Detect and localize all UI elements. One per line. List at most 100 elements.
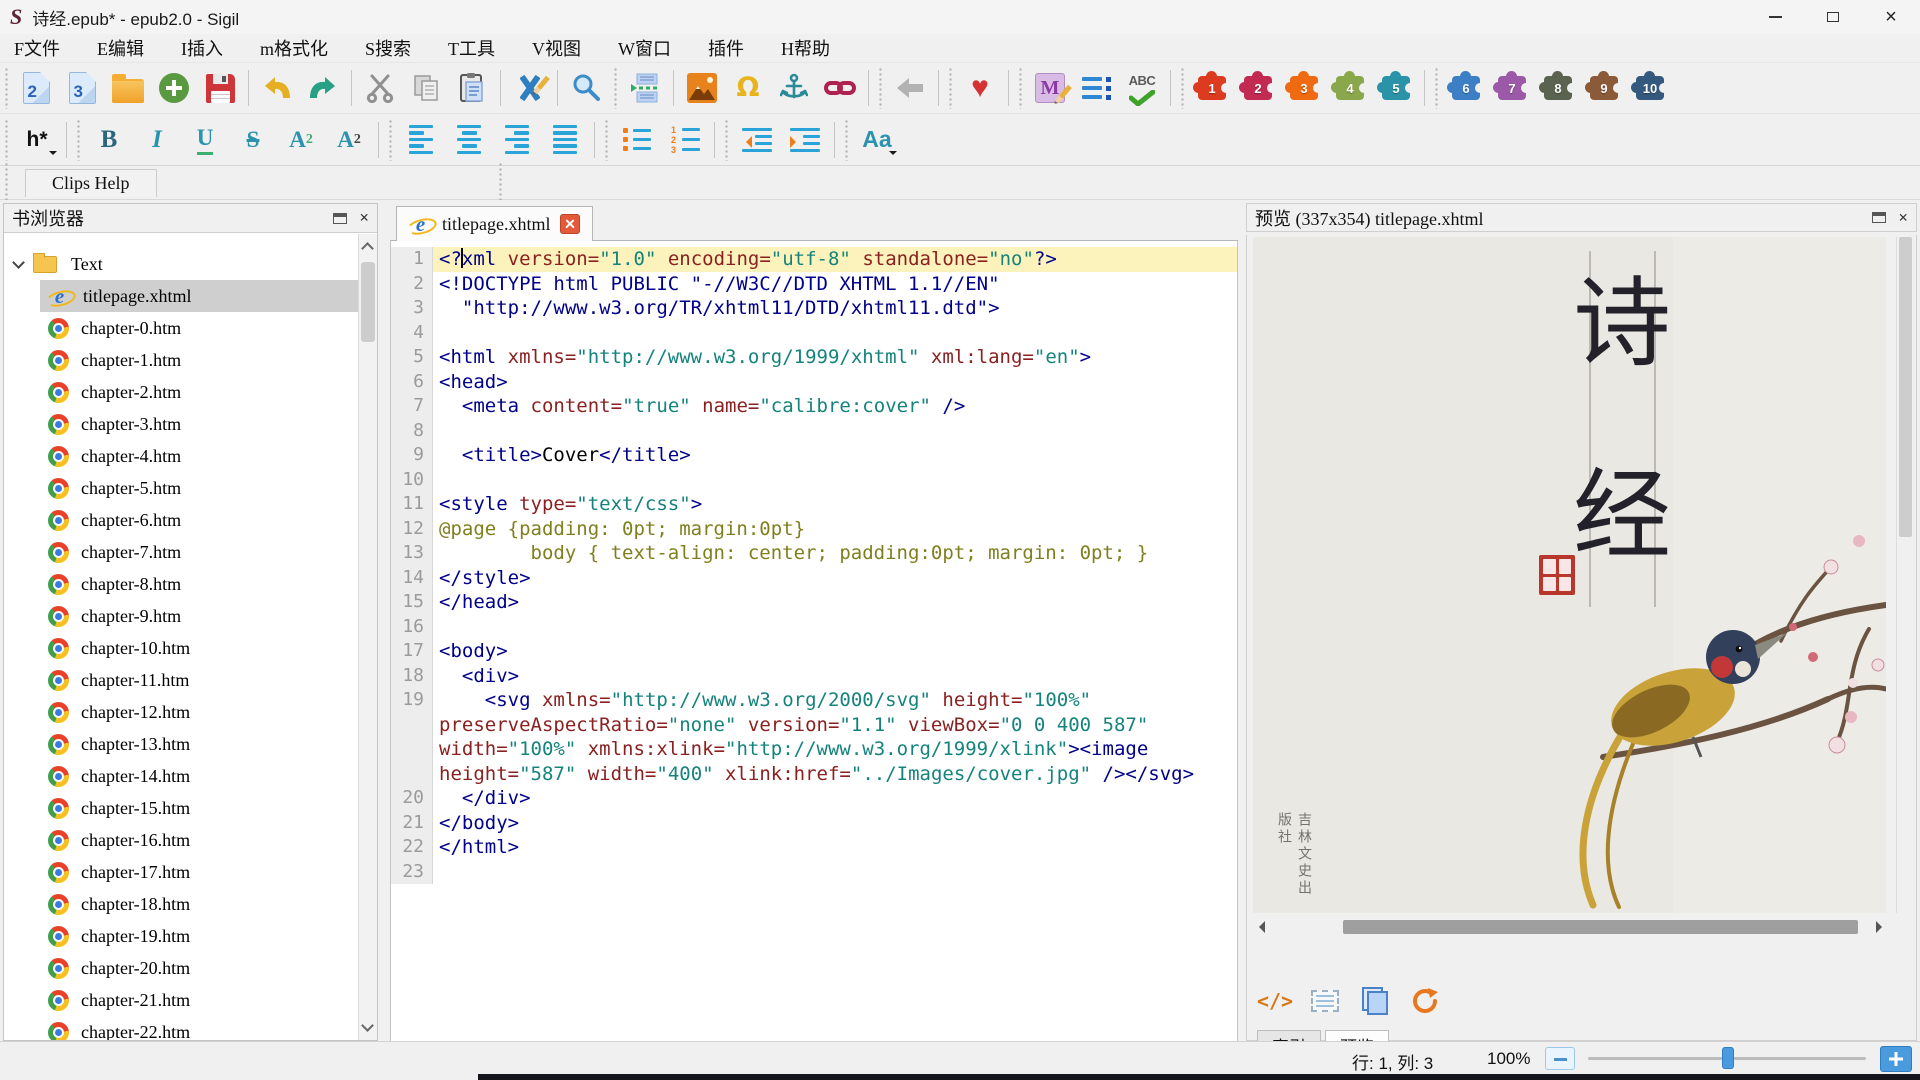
toolbar-drag-handle[interactable] [1017, 67, 1024, 109]
close-button[interactable]: × [1862, 0, 1920, 34]
code-line[interactable]: 7 <meta content="true" name="calibre:cov… [391, 394, 1237, 419]
menu-item[interactable]: H帮助 [781, 35, 830, 61]
file-row[interactable]: chapter-9.htm [4, 600, 358, 632]
superscript-button[interactable]: A2 [325, 117, 373, 163]
code-line[interactable]: 10 [391, 468, 1237, 493]
insert-anchor-button[interactable] [771, 65, 817, 111]
scroll-down-icon[interactable] [361, 1019, 374, 1032]
code-line[interactable]: 14</style> [391, 566, 1237, 591]
menu-item[interactable]: 插件 [708, 35, 744, 61]
inspect-code-button[interactable]: </> [1257, 983, 1293, 1019]
toolbar-drag-handle[interactable] [3, 119, 10, 161]
code-line[interactable]: 1<?xml version="1.0" encoding="utf-8" st… [391, 247, 1237, 272]
code-line[interactable]: preserveAspectRatio="none" version="1.1"… [391, 713, 1237, 738]
scroll-up-icon[interactable] [361, 242, 374, 255]
mend-button[interactable] [506, 65, 552, 111]
toolbar-drag-handle[interactable] [3, 67, 10, 109]
scroll-left-icon[interactable] [1253, 921, 1265, 933]
zoom-slider-handle[interactable] [1722, 1047, 1734, 1069]
code-line[interactable]: 20 </div> [391, 786, 1237, 811]
copy-selection-button[interactable] [1357, 983, 1393, 1019]
maximize-button[interactable] [1804, 0, 1862, 34]
new-epub2-button[interactable]: 2 [13, 65, 59, 111]
spellcheck-button[interactable]: ABC [1119, 65, 1165, 111]
plugin-6-button[interactable]: 6 [1452, 76, 1480, 100]
copy-button[interactable] [403, 65, 449, 111]
zoom-in-button[interactable] [1880, 1046, 1912, 1072]
toolbar-drag-handle[interactable] [877, 67, 884, 109]
special-characters-button[interactable]: Ω [725, 65, 771, 111]
tab-close-icon[interactable] [560, 214, 580, 234]
undo-button[interactable] [254, 65, 300, 111]
file-row[interactable]: chapter-8.htm [4, 568, 358, 600]
code-line[interactable]: 23 [391, 860, 1237, 885]
align-left-button[interactable] [397, 117, 445, 163]
plugin-8-button[interactable]: 8 [1544, 76, 1572, 100]
italic-button[interactable]: I [133, 117, 181, 163]
file-row[interactable]: chapter-21.htm [4, 984, 358, 1016]
float-panel-icon[interactable] [1872, 212, 1886, 223]
editor-tab[interactable]: e titlepage.xhtml [396, 206, 593, 241]
cut-button[interactable] [357, 65, 403, 111]
code-line[interactable]: 11<style type="text/css"> [391, 492, 1237, 517]
file-row[interactable]: etitlepage.xhtml [4, 280, 358, 312]
menu-item[interactable]: E编辑 [97, 35, 144, 61]
code-line[interactable]: 2<!DOCTYPE html PUBLIC "-//W3C//DTD XHTM… [391, 272, 1237, 297]
file-row[interactable]: chapter-1.htm [4, 344, 358, 376]
menu-item[interactable]: I插入 [181, 35, 223, 61]
scrollbar-thumb[interactable] [1343, 920, 1858, 934]
toolbar-drag-handle[interactable] [612, 67, 619, 109]
numbered-list-button[interactable]: 123 [661, 117, 709, 163]
float-panel-icon[interactable] [333, 213, 347, 224]
code-line[interactable]: 3 "http://www.w3.org/TR/xhtml11/DTD/xhtm… [391, 296, 1237, 321]
code-line[interactable]: 6<head> [391, 370, 1237, 395]
zoom-out-button[interactable] [1545, 1047, 1575, 1070]
change-case-button[interactable]: Aa [853, 117, 901, 163]
plugin-2-button[interactable]: 2 [1244, 76, 1272, 100]
code-line[interactable]: width="100%" xmlns:xlink="http://www.w3.… [391, 737, 1237, 762]
plugin-5-button[interactable]: 5 [1382, 76, 1410, 100]
underline-button[interactable]: U [181, 117, 229, 163]
folder-row-text[interactable]: Text [4, 248, 358, 280]
redo-button[interactable] [300, 65, 346, 111]
minimize-button[interactable] [1746, 0, 1804, 34]
paste-button[interactable] [449, 65, 495, 111]
code-line[interactable]: 19 <svg xmlns="http://www.w3.org/2000/sv… [391, 688, 1237, 713]
decrease-indent-button[interactable] [733, 117, 781, 163]
toolbar-drag-handle[interactable] [3, 162, 10, 204]
file-row[interactable]: chapter-14.htm [4, 760, 358, 792]
select-element-button[interactable] [1307, 983, 1343, 1019]
code-line[interactable]: 16 [391, 615, 1237, 640]
file-row[interactable]: chapter-5.htm [4, 472, 358, 504]
file-row[interactable]: chapter-17.htm [4, 856, 358, 888]
code-line[interactable]: 22</html> [391, 835, 1237, 860]
file-row[interactable]: chapter-20.htm [4, 952, 358, 984]
toolbar-drag-handle[interactable] [1179, 67, 1186, 109]
save-button[interactable] [197, 65, 243, 111]
toolbar-drag-handle[interactable] [723, 119, 730, 161]
find-replace-button[interactable] [563, 65, 609, 111]
menu-item[interactable]: V视图 [532, 35, 581, 61]
plugin-1-button[interactable]: 1 [1198, 76, 1226, 100]
refresh-preview-button[interactable] [1407, 983, 1443, 1019]
align-center-button[interactable] [445, 117, 493, 163]
file-row[interactable]: chapter-19.htm [4, 920, 358, 952]
code-line[interactable]: 9 <title>Cover</title> [391, 443, 1237, 468]
insert-link-button[interactable] [817, 65, 863, 111]
split-at-cursor-button[interactable] [622, 65, 668, 111]
file-row[interactable]: chapter-7.htm [4, 536, 358, 568]
file-row[interactable]: chapter-6.htm [4, 504, 358, 536]
open-button[interactable] [105, 65, 151, 111]
plugin-4-button[interactable]: 4 [1336, 76, 1364, 100]
menu-item[interactable]: m格式化 [260, 35, 328, 61]
bullet-list-button[interactable] [613, 117, 661, 163]
menu-item[interactable]: F文件 [14, 35, 60, 61]
insert-image-button[interactable] [679, 65, 725, 111]
code-line[interactable]: height="587" width="400" xlink:href="../… [391, 762, 1237, 787]
preview-vertical-scrollbar[interactable] [1896, 237, 1914, 913]
file-row[interactable]: chapter-3.htm [4, 408, 358, 440]
close-panel-icon[interactable]: × [1898, 211, 1908, 225]
file-row[interactable]: chapter-2.htm [4, 376, 358, 408]
file-row[interactable]: chapter-10.htm [4, 632, 358, 664]
clips-tab[interactable]: Clips Help [25, 169, 157, 197]
